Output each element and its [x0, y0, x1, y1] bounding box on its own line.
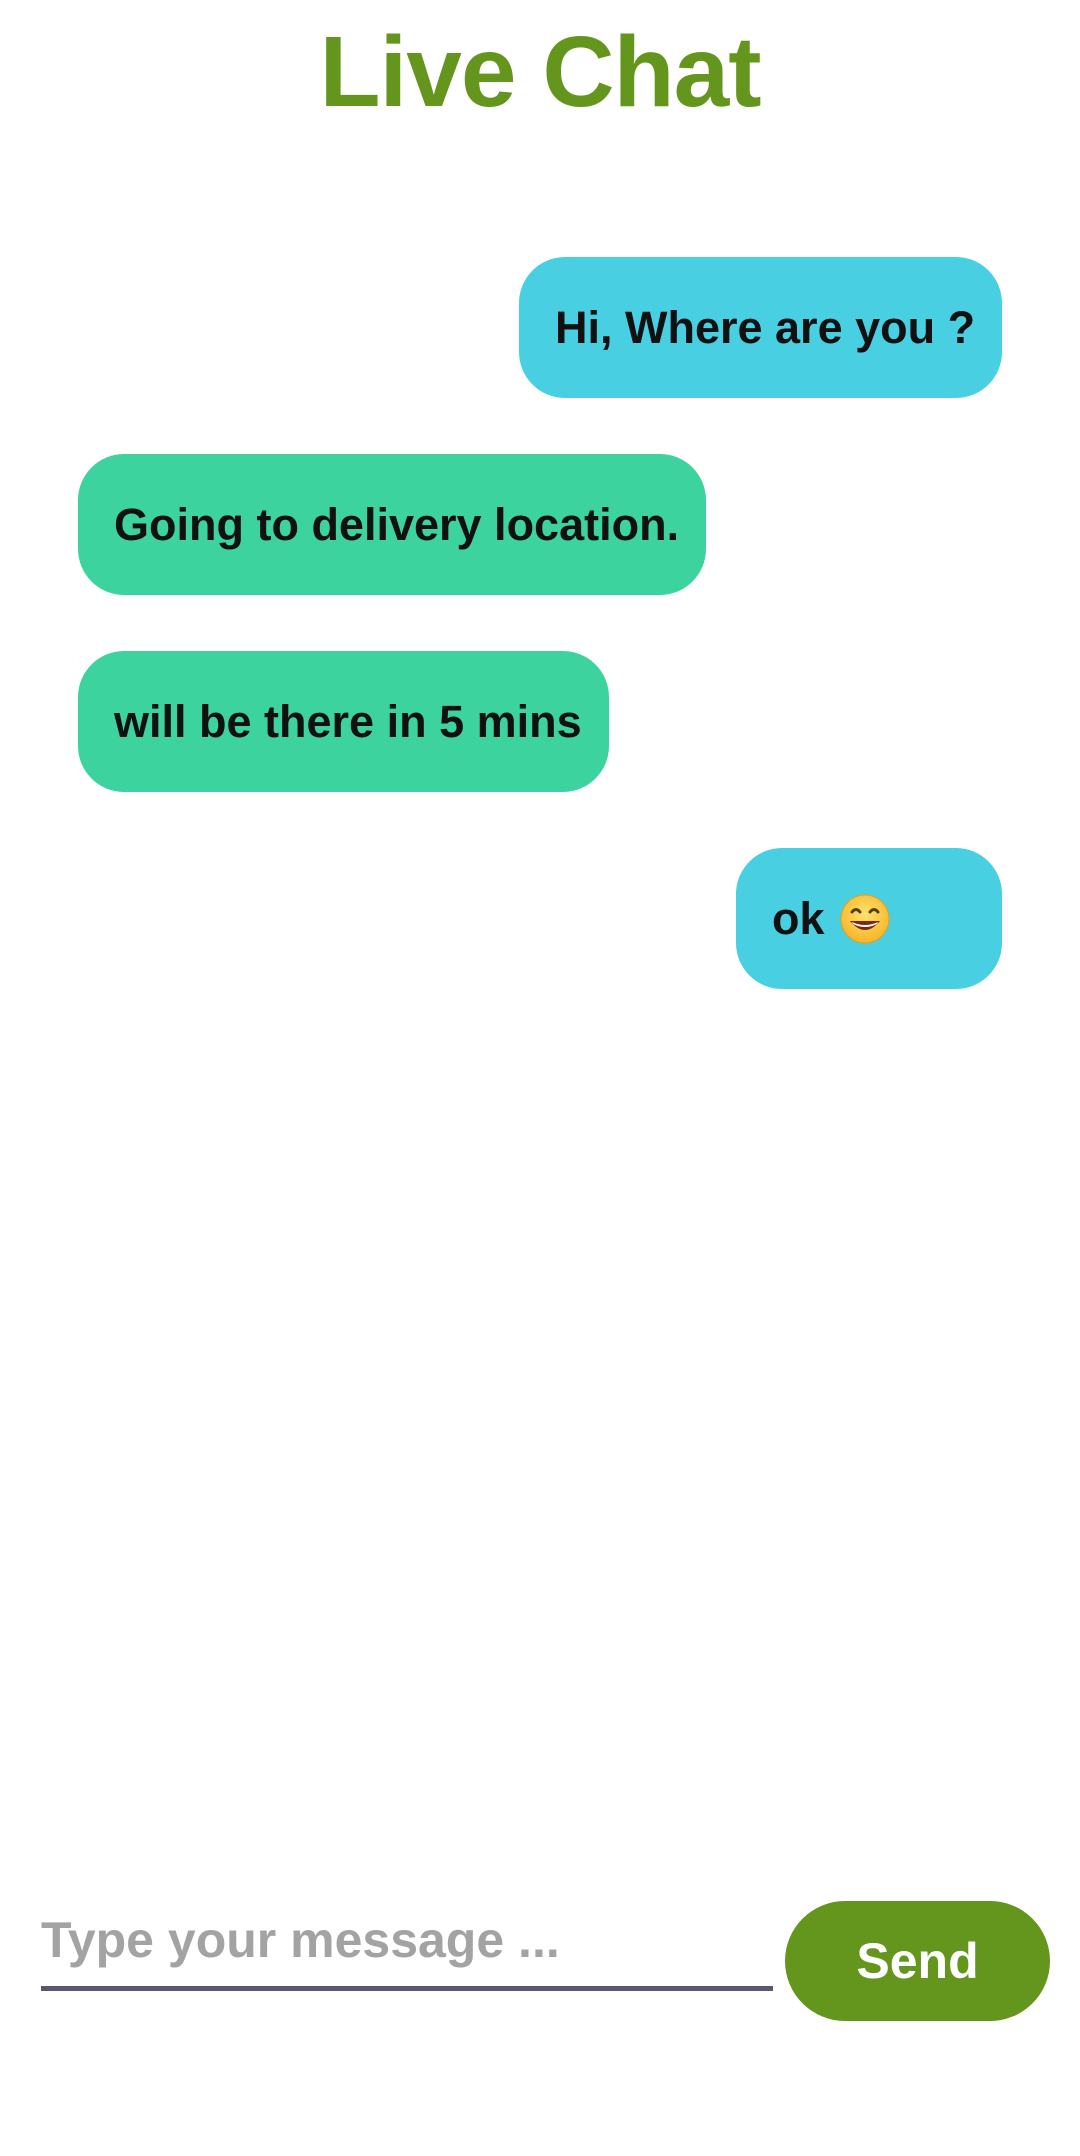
message-text: Hi, Where are you ?	[555, 301, 976, 353]
message-input[interactable]	[41, 1893, 773, 1991]
message-text: ok	[772, 892, 825, 944]
message-text: will be there in 5 mins	[114, 695, 582, 747]
message-bubble-incoming: Going to delivery location.	[78, 454, 706, 595]
grinning-face-icon	[839, 893, 891, 945]
send-button[interactable]: Send	[785, 1901, 1050, 2021]
message-text: Going to delivery location.	[114, 498, 680, 550]
message-bubble-outgoing: ok	[736, 848, 1002, 989]
page-title: Live Chat	[319, 16, 761, 128]
message-bubble-incoming: will be there in 5 mins	[78, 651, 609, 792]
message-bubble-outgoing: Hi, Where are you ?	[519, 257, 1002, 398]
